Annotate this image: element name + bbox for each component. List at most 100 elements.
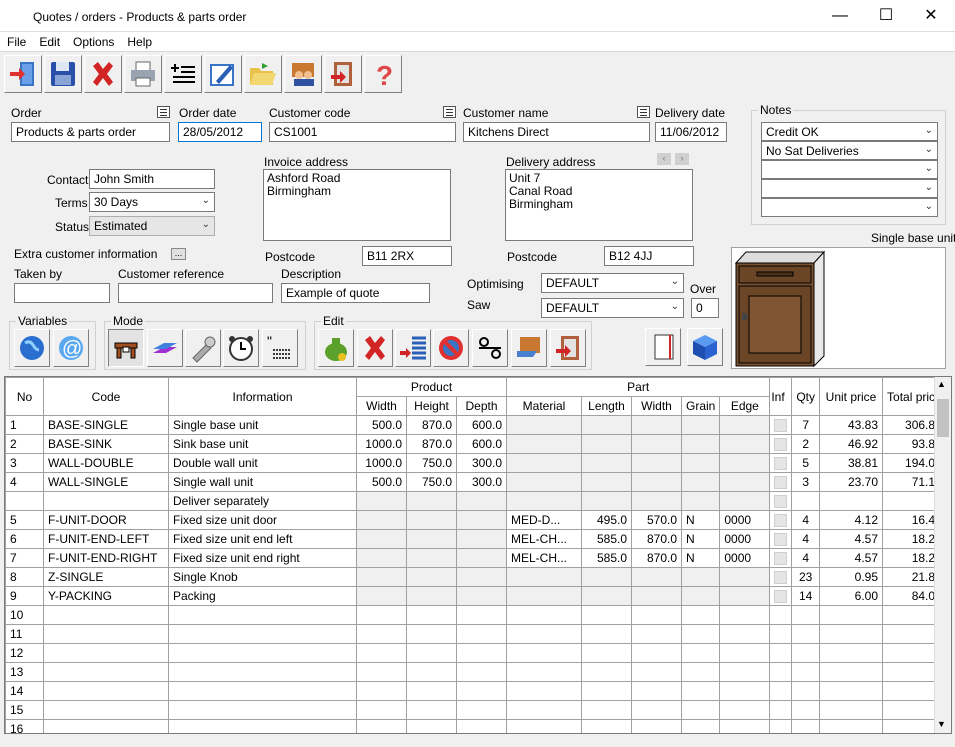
cell-qty[interactable] bbox=[791, 719, 821, 733]
list-button[interactable] bbox=[164, 55, 202, 93]
cell-width[interactable]: 1000.0 bbox=[356, 453, 407, 473]
cell-part-width[interactable]: 570.0 bbox=[631, 510, 682, 530]
notes-page-button[interactable] bbox=[645, 328, 681, 366]
info-checkbox[interactable] bbox=[774, 551, 788, 565]
cell-unit-price[interactable]: 46.92 bbox=[819, 434, 884, 454]
cell-grain[interactable] bbox=[680, 605, 721, 625]
cell-width[interactable] bbox=[356, 719, 407, 733]
cell-part-width[interactable] bbox=[631, 605, 682, 625]
cell-unit-price[interactable]: 4.12 bbox=[819, 510, 884, 530]
cell-code[interactable] bbox=[43, 719, 169, 733]
table-row[interactable]: 3 WALL-DOUBLE Double wall unit 1000.0 750.0 3… bbox=[5, 453, 947, 473]
cell-length[interactable] bbox=[581, 434, 632, 454]
delivery-date-field[interactable]: 11/06/2012 bbox=[655, 122, 727, 142]
cell-depth[interactable]: 600.0 bbox=[456, 415, 507, 435]
cell-no[interactable]: 16 bbox=[5, 719, 44, 733]
cell-height[interactable] bbox=[406, 662, 457, 682]
mode-text-button[interactable]: " bbox=[262, 329, 298, 367]
cell-grain[interactable] bbox=[680, 567, 721, 587]
cell-width[interactable] bbox=[356, 605, 407, 625]
cell-code[interactable]: Z-SINGLE bbox=[43, 567, 169, 587]
maximize-button[interactable]: ☐ bbox=[863, 0, 909, 32]
info-checkbox[interactable] bbox=[774, 589, 788, 603]
col-part-width[interactable]: Width bbox=[631, 396, 682, 416]
order-list-icon[interactable] bbox=[157, 106, 170, 118]
cell-grain[interactable] bbox=[680, 643, 721, 663]
contact-field[interactable]: John Smith bbox=[89, 169, 215, 189]
cell-inf[interactable] bbox=[769, 453, 793, 473]
cell-qty[interactable]: 4 bbox=[791, 510, 821, 530]
cell-code[interactable] bbox=[43, 624, 169, 644]
cell-no[interactable]: 1 bbox=[5, 415, 44, 435]
cell-height[interactable] bbox=[406, 700, 457, 720]
cell-width[interactable] bbox=[356, 700, 407, 720]
cell-height[interactable] bbox=[406, 681, 457, 701]
cell-inf[interactable] bbox=[769, 510, 793, 530]
cell-grain[interactable]: N bbox=[680, 548, 721, 568]
table-row[interactable]: Deliver separately bbox=[5, 491, 947, 511]
cell-inf[interactable] bbox=[769, 491, 793, 511]
cell-grain[interactable] bbox=[680, 624, 721, 644]
cell-material[interactable] bbox=[506, 662, 582, 682]
cell-part-width[interactable] bbox=[631, 700, 682, 720]
col-depth[interactable]: Depth bbox=[456, 396, 507, 416]
cell-information[interactable]: Fixed size unit end right bbox=[168, 548, 357, 568]
cell-material[interactable]: MEL-CH... bbox=[506, 529, 582, 549]
cell-no[interactable]: 8 bbox=[5, 567, 44, 587]
cell-height[interactable] bbox=[406, 529, 457, 549]
cell-unit-price[interactable]: 4.57 bbox=[819, 529, 884, 549]
cell-part-width[interactable]: 870.0 bbox=[631, 529, 682, 549]
cell-part-width[interactable] bbox=[631, 586, 682, 606]
cell-length[interactable]: 495.0 bbox=[581, 510, 632, 530]
taken-by-field[interactable] bbox=[14, 283, 110, 303]
cell-code[interactable] bbox=[43, 605, 169, 625]
cell-no[interactable]: 10 bbox=[5, 605, 44, 625]
cell-unit-price[interactable]: 0.95 bbox=[819, 567, 884, 587]
cell-no[interactable] bbox=[5, 491, 44, 511]
col-code[interactable]: Code bbox=[43, 377, 169, 416]
cell-code[interactable]: WALL-SINGLE bbox=[43, 472, 169, 492]
cell-depth[interactable] bbox=[456, 662, 507, 682]
cell-unit-price[interactable] bbox=[819, 700, 884, 720]
cell-edge[interactable] bbox=[719, 624, 771, 644]
cell-edge[interactable] bbox=[719, 567, 771, 587]
cell-no[interactable]: 13 bbox=[5, 662, 44, 682]
cell-inf[interactable] bbox=[769, 605, 793, 625]
cell-inf[interactable] bbox=[769, 700, 793, 720]
cell-qty[interactable]: 14 bbox=[791, 586, 821, 606]
cell-inf[interactable] bbox=[769, 681, 793, 701]
cell-material[interactable] bbox=[506, 472, 582, 492]
cell-code[interactable]: WALL-DOUBLE bbox=[43, 453, 169, 473]
table-row[interactable]: 1 BASE-SINGLE Single base unit 500.0 870.0 60… bbox=[5, 415, 947, 435]
cell-length[interactable] bbox=[581, 719, 632, 733]
order-date-field[interactable]: 28/05/2012 bbox=[178, 122, 262, 142]
cell-length[interactable] bbox=[581, 624, 632, 644]
cell-edge[interactable] bbox=[719, 415, 771, 435]
cell-depth[interactable] bbox=[456, 681, 507, 701]
cell-material[interactable] bbox=[506, 434, 582, 454]
table-row[interactable]: 2 BASE-SINK Sink base unit 1000.0 870.0 600.0… bbox=[5, 434, 947, 454]
cell-grain[interactable] bbox=[680, 434, 721, 454]
insert-line-button[interactable] bbox=[395, 329, 431, 367]
col-inf[interactable]: Inf bbox=[769, 377, 793, 416]
cell-grain[interactable] bbox=[680, 662, 721, 682]
customer-code-list-icon[interactable] bbox=[443, 106, 456, 118]
col-unit-price[interactable]: Unit price bbox=[819, 377, 884, 416]
cell-material[interactable] bbox=[506, 700, 582, 720]
cell-no[interactable]: 12 bbox=[5, 643, 44, 663]
table-row[interactable]: 15 bbox=[5, 700, 947, 720]
mode-panel-button[interactable] bbox=[147, 329, 183, 367]
info-checkbox[interactable] bbox=[774, 456, 788, 470]
cell-edge[interactable] bbox=[719, 662, 771, 682]
price-button[interactable] bbox=[318, 329, 354, 367]
cell-code[interactable] bbox=[43, 700, 169, 720]
prev-address-button[interactable]: ‹ bbox=[657, 153, 671, 165]
extra-info-button[interactable]: ... bbox=[171, 248, 186, 260]
cell-grain[interactable]: N bbox=[680, 529, 721, 549]
col-length[interactable]: Length bbox=[581, 396, 632, 416]
cell-depth[interactable]: 300.0 bbox=[456, 472, 507, 492]
cell-depth[interactable] bbox=[456, 529, 507, 549]
cell-material[interactable] bbox=[506, 567, 582, 587]
cell-edge[interactable]: 0000 bbox=[719, 510, 771, 530]
table-row[interactable]: 11 bbox=[5, 624, 947, 644]
